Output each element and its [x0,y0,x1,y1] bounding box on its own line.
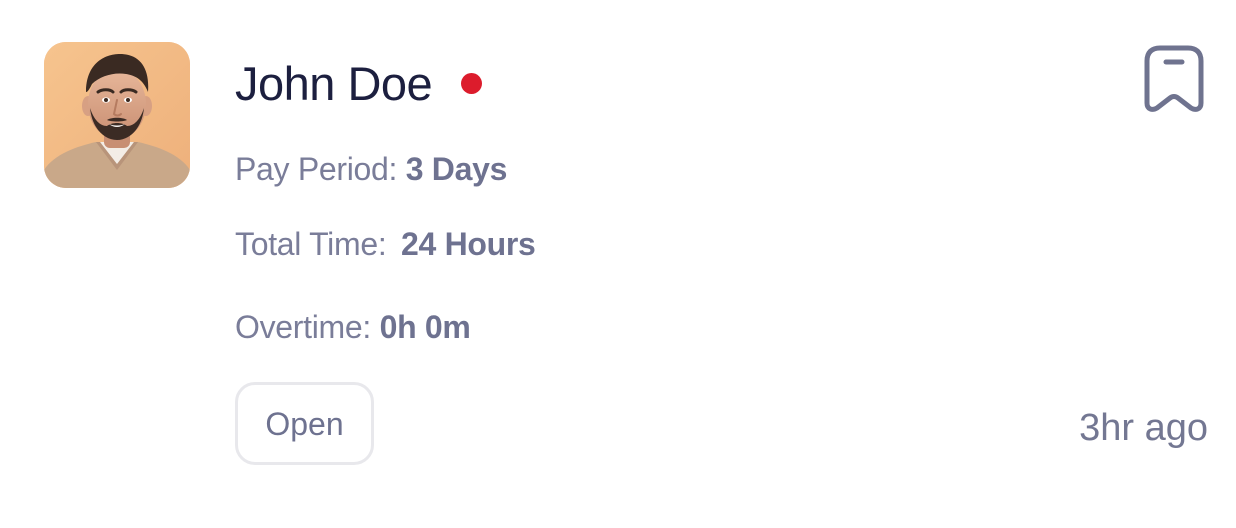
bookmark-button[interactable] [1138,44,1210,116]
employee-card: John Doe Pay Period: 3 Days Total Time: … [0,0,1236,528]
pay-period-label: Pay Period: [235,151,398,187]
employee-name: John Doe [235,57,433,110]
overtime-label: Overtime: [235,309,371,345]
total-time-row: Total Time: 24 Hours [235,224,536,264]
bookmark-icon [1144,45,1204,112]
pay-period-value: 3 Days [405,151,508,187]
status-indicator [461,73,482,94]
avatar [44,42,190,188]
overtime-value: 0h 0m [379,309,471,345]
total-time-label: Total Time: [235,226,387,262]
time-ago: 3hr ago [1079,407,1208,449]
person-photo-icon [44,42,190,188]
pay-period-row: Pay Period: 3 Days [235,149,507,189]
total-time-value: 24 Hours [401,226,536,262]
open-button[interactable]: Open [235,382,374,465]
overtime-row: Overtime: 0h 0m [235,307,471,347]
